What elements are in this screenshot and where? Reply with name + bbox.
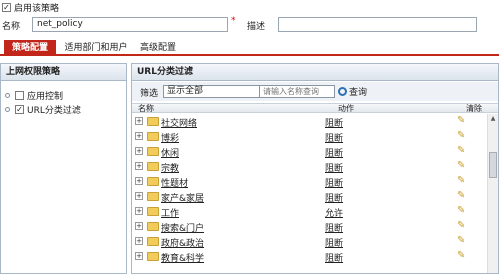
category-action[interactable]: 阻断 <box>325 236 343 249</box>
category-action[interactable]: 阻断 <box>325 131 343 144</box>
enable-policy-row[interactable]: ✓ 启用该策略 <box>2 1 59 14</box>
clear-icon[interactable]: ✎ <box>457 160 469 172</box>
category-name[interactable]: 家产&家居 <box>161 191 204 204</box>
clear-icon[interactable]: ✎ <box>457 205 469 217</box>
filter-bar: 筛选 显示全部 ▼ 查询 <box>132 82 498 101</box>
folder-icon <box>147 147 159 156</box>
expand-icon[interactable]: + <box>135 147 143 155</box>
enable-policy-label: 启用该策略 <box>14 4 60 14</box>
app-control-checkbox[interactable] <box>15 91 24 100</box>
table-row[interactable]: + 性题材 阻断 ✎ <box>132 174 487 189</box>
scroll-up-icon[interactable]: ▲ <box>488 114 498 124</box>
category-name[interactable]: 性题材 <box>161 176 188 189</box>
scrollbar[interactable]: ▲ <box>487 114 498 273</box>
category-action[interactable]: 阻断 <box>325 221 343 234</box>
clear-icon[interactable]: ✎ <box>457 145 469 157</box>
category-action[interactable]: 阻断 <box>325 146 343 159</box>
clear-icon[interactable]: ✎ <box>457 220 469 232</box>
url-filter-label: URL分类过滤 <box>27 106 81 116</box>
folder-icon <box>147 207 159 216</box>
table-row[interactable]: + 休闲 阻断 ✎ <box>132 144 487 159</box>
expand-icon[interactable]: + <box>135 237 143 245</box>
category-name[interactable]: 博彩 <box>161 131 179 144</box>
category-action[interactable]: 阻断 <box>325 251 343 264</box>
folder-icon <box>147 252 159 261</box>
category-action[interactable]: 阻断 <box>325 161 343 174</box>
folder-icon <box>147 132 159 141</box>
scrollbar-thumb[interactable] <box>489 152 497 178</box>
category-name[interactable]: 工作 <box>161 206 179 219</box>
tree-node-icon <box>5 107 10 112</box>
expand-icon[interactable]: + <box>135 252 143 260</box>
name-input[interactable]: net_policy <box>32 17 228 32</box>
table-row[interactable]: + 社交网络 阻断 ✎ <box>132 114 487 129</box>
required-mark: * <box>231 16 236 26</box>
tab-departments-users[interactable]: 适用部门和用户 <box>60 40 132 56</box>
filter-select-value: 显示全部 <box>167 86 204 96</box>
expand-icon[interactable]: + <box>135 132 143 140</box>
table-row[interactable]: + 教育&科学 阻断 ✎ <box>132 249 487 264</box>
app-control-label: 应用控制 <box>27 92 64 102</box>
tree-item-url-filter[interactable]: ✓ URL分类过滤 <box>5 103 81 116</box>
url-filter-checkbox[interactable]: ✓ <box>15 105 24 114</box>
description-label: 描述 <box>247 22 266 32</box>
description-input[interactable] <box>278 17 477 32</box>
name-desc-row: 名称 net_policy * 描述 <box>2 16 499 33</box>
tab-bar: 策略配置 适用部门和用户 高级配置 <box>0 38 499 56</box>
filter-label: 筛选 <box>140 89 159 99</box>
table-header: 名称 动作 清除 <box>132 103 498 113</box>
folder-icon <box>147 237 159 246</box>
column-action: 动作 <box>338 104 354 113</box>
folder-icon <box>147 177 159 186</box>
search-button[interactable]: 查询 <box>338 85 367 98</box>
table-row[interactable]: + 搜索&门户 阻断 ✎ <box>132 219 487 234</box>
right-panel-title: URL分类过滤 <box>132 64 498 81</box>
category-action[interactable]: 阻断 <box>325 116 343 129</box>
name-label: 名称 <box>2 22 21 32</box>
clear-icon[interactable]: ✎ <box>457 130 469 142</box>
expand-icon[interactable]: + <box>135 207 143 215</box>
right-panel: URL分类过滤 筛选 显示全部 ▼ 查询 名称 动作 清除 + 社交网络 阻断 … <box>131 63 499 274</box>
folder-icon <box>147 192 159 201</box>
tree-item-app-control[interactable]: 应用控制 <box>5 89 63 102</box>
search-button-label: 查询 <box>349 88 368 98</box>
category-name[interactable]: 搜索&门户 <box>161 221 204 234</box>
clear-icon[interactable]: ✎ <box>457 235 469 247</box>
category-action[interactable]: 阻断 <box>325 176 343 189</box>
table-row[interactable]: + 家产&家居 阻断 ✎ <box>132 189 487 204</box>
folder-icon <box>147 162 159 171</box>
expand-icon[interactable]: + <box>135 192 143 200</box>
category-name[interactable]: 休闲 <box>161 146 179 159</box>
column-name: 名称 <box>138 104 154 113</box>
table-row[interactable]: + 政府&政治 阻断 ✎ <box>132 234 487 249</box>
folder-icon <box>147 222 159 231</box>
category-name[interactable]: 教育&科学 <box>161 251 204 264</box>
expand-icon[interactable]: + <box>135 117 143 125</box>
tab-advanced-config[interactable]: 高级配置 <box>135 40 181 56</box>
category-name[interactable]: 宗教 <box>161 161 179 174</box>
search-input[interactable] <box>259 85 335 98</box>
column-clear: 清除 <box>466 104 482 113</box>
table-row[interactable]: + 宗教 阻断 ✎ <box>132 159 487 174</box>
left-panel-title: 上网权限策略 <box>1 64 126 81</box>
expand-icon[interactable]: + <box>135 177 143 185</box>
table-row[interactable]: + 博彩 阻断 ✎ <box>132 129 487 144</box>
table-row[interactable]: + 工作 允许 ✎ <box>132 204 487 219</box>
category-action[interactable]: 允许 <box>325 206 343 219</box>
tree-node-icon <box>5 93 10 98</box>
left-panel: 上网权限策略 应用控制 ✓ URL分类过滤 <box>0 63 127 274</box>
tab-policy-config[interactable]: 策略配置 <box>4 40 56 56</box>
category-action[interactable]: 阻断 <box>325 191 343 204</box>
expand-icon[interactable]: + <box>135 162 143 170</box>
clear-icon[interactable]: ✎ <box>457 115 469 127</box>
search-icon <box>338 87 347 96</box>
expand-icon[interactable]: + <box>135 222 143 230</box>
category-name[interactable]: 政府&政治 <box>161 236 204 249</box>
category-name[interactable]: 社交网络 <box>161 116 197 129</box>
clear-icon[interactable]: ✎ <box>457 175 469 187</box>
clear-icon[interactable]: ✎ <box>457 250 469 262</box>
folder-icon <box>147 117 159 126</box>
clear-icon[interactable]: ✎ <box>457 190 469 202</box>
enable-policy-checkbox[interactable]: ✓ <box>2 3 11 12</box>
